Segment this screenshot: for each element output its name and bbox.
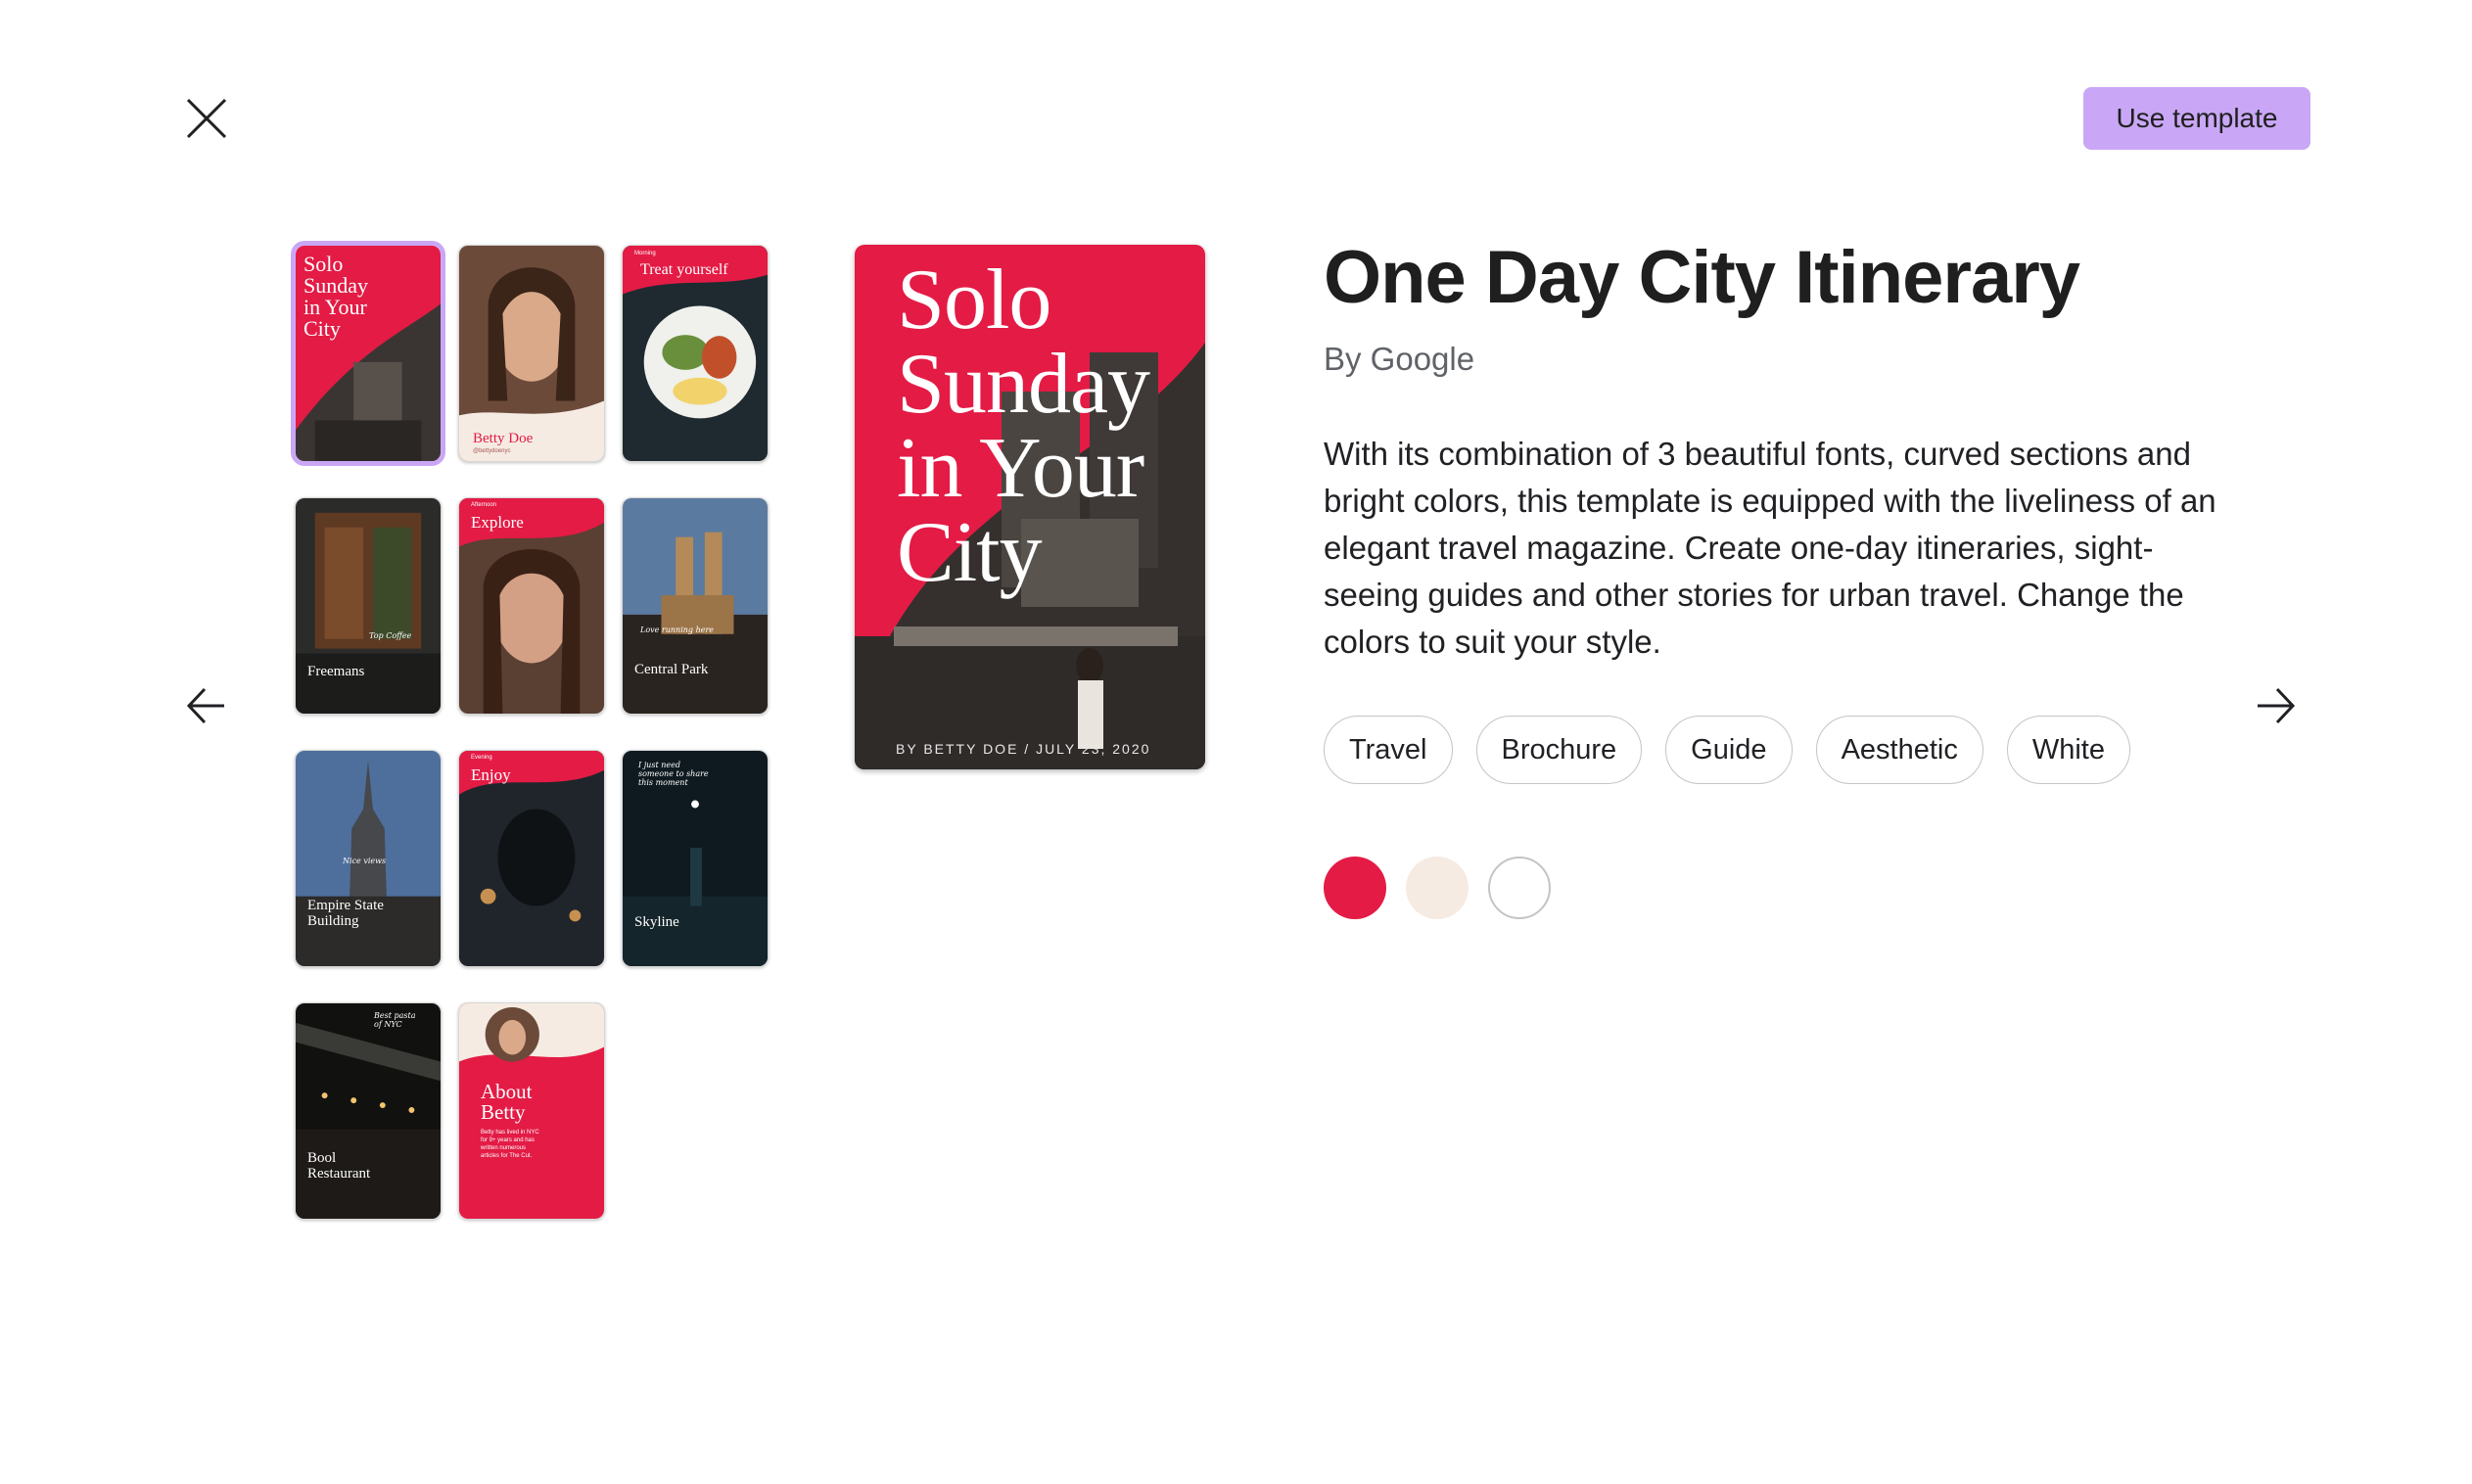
tag-white[interactable]: White: [2006, 716, 2130, 784]
page-thumbnail-empire-state[interactable]: Nice views Empire State Building: [295, 750, 442, 967]
thumbnail-caption: Love running here: [640, 626, 715, 634]
arrow-right-icon: [2258, 687, 2296, 724]
color-swatch-red[interactable]: [1324, 857, 1386, 919]
page-thumbnail-enjoy[interactable]: Evening Enjoy: [458, 750, 605, 967]
door-thumbnail-art: [296, 498, 441, 714]
tag-travel[interactable]: Travel: [1324, 716, 1453, 784]
template-author: By Google: [1324, 341, 1475, 377]
page-thumbnail-explore[interactable]: Afternoon Explore: [458, 497, 605, 715]
thumbnail-caption: Betty has lived in NYC for 9+ years and …: [481, 1130, 539, 1159]
thumbnail-title: Bool Restaurant: [307, 1150, 371, 1182]
central-park-thumbnail-art: [623, 498, 768, 714]
thumbnail-caption: Top Coffee: [369, 631, 412, 640]
thumbnail-title: Treat yourself: [640, 261, 728, 278]
template-title: One Day City Itinerary: [1324, 236, 2080, 319]
template-description: With its combination of 3 beautiful font…: [1324, 436, 2216, 660]
close-icon: [186, 98, 227, 139]
thumbnail-title: Enjoy: [471, 765, 511, 784]
thumbnail-title: Betty Doe: [473, 431, 534, 446]
thumbnail-caption: Morning: [634, 251, 656, 256]
thumbnail-title: About Betty: [481, 1080, 533, 1124]
page-thumbnail-central-park[interactable]: Love running here Central Park: [622, 497, 769, 715]
close-button[interactable]: [182, 94, 231, 143]
page-thumbnail-freemans[interactable]: Top Coffee Freemans: [295, 497, 442, 715]
thumbnail-caption: I just need someone to share this moment: [638, 761, 709, 787]
page-thumbnail-skyline[interactable]: I just need someone to share this moment…: [622, 750, 769, 967]
thumbnail-caption: Nice views: [343, 857, 387, 865]
tag-brochure[interactable]: Brochure: [1475, 716, 1643, 784]
page-thumbnail-about[interactable]: About Betty Betty has lived in NYC for 9…: [458, 1002, 605, 1220]
thumbnail-caption: @bettydoenyc: [473, 448, 511, 454]
arrow-left-icon: [186, 687, 224, 724]
thumbnail-caption: Afternoon: [471, 502, 497, 508]
page-thumbnail-cover[interactable]: Solo Sunday in Your City: [291, 241, 445, 466]
preview-title: Solo Sunday in Your City: [897, 253, 1150, 600]
tag-aesthetic[interactable]: Aesthetic: [1815, 716, 1983, 784]
thumbnail-title: Solo Sunday in Your City: [303, 252, 368, 341]
page-thumbnail-restaurant[interactable]: Best pasta of NYC Bool Restaurant: [295, 1002, 442, 1220]
color-swatch-white[interactable]: [1488, 857, 1551, 919]
thumbnail-title: Empire State Building: [307, 898, 384, 929]
thumbnail-title: Explore: [471, 513, 524, 532]
page-thumbnail-portrait[interactable]: Betty Doe @bettydoenyc: [458, 245, 605, 462]
template-preview[interactable]: Solo Sunday in Your City BY BETTY DOE / …: [855, 245, 1205, 769]
next-template-button[interactable]: [2254, 684, 2297, 727]
previous-template-button[interactable]: [185, 684, 228, 727]
restaurant-thumbnail-art: [296, 1003, 441, 1219]
thumbnail-caption: Best pasta of NYC: [374, 1011, 416, 1029]
portrait-thumbnail-art: [459, 246, 604, 461]
tag-guide[interactable]: Guide: [1665, 716, 1793, 784]
thumbnail-caption: Evening: [471, 755, 492, 761]
color-swatch-cream[interactable]: [1406, 857, 1469, 919]
color-swatch-list: [1324, 857, 1551, 919]
page-thumbnail-breakfast[interactable]: Morning Treat yourself: [622, 245, 769, 462]
tag-list: Travel Brochure Guide Aesthetic White: [1324, 716, 2130, 784]
thumbnail-title: Central Park: [634, 662, 709, 677]
thumbnail-title: Skyline: [634, 914, 679, 930]
thumbnail-title: Freemans: [307, 664, 365, 679]
use-template-button[interactable]: Use template: [2083, 87, 2310, 150]
preview-byline: BY BETTY DOE / JULY 23, 2020: [896, 741, 1151, 757]
